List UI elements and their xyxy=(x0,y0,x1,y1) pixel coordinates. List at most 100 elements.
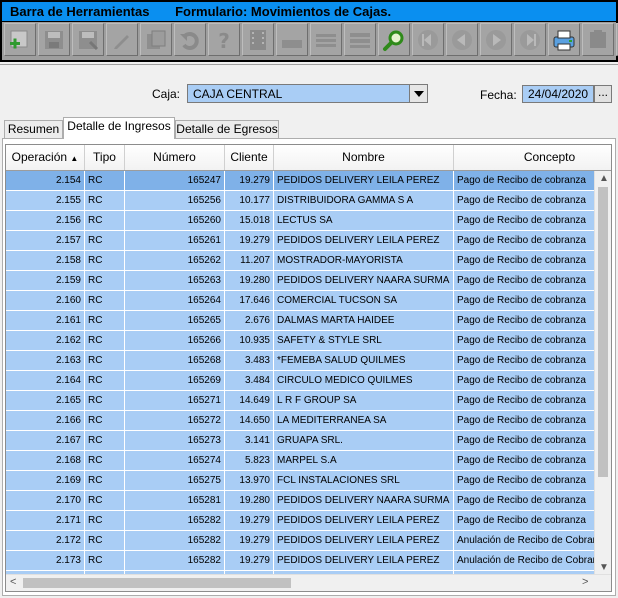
svg-text:?: ? xyxy=(218,29,230,52)
cell-concepto: Pago de Recibo de cobranza xyxy=(454,371,611,390)
cell-numero: 165274 xyxy=(125,451,225,470)
table-row[interactable]: 2.166 RC 165272 14.650 LA MEDITERRANEA SA Pag… xyxy=(6,411,611,431)
column-header-operacion[interactable]: Operación ▲ xyxy=(6,145,85,170)
cell-nombre: COMERCIAL TUCSON SA xyxy=(274,291,454,310)
cell-tipo: RC xyxy=(85,231,125,250)
table-row[interactable]: 2.158 RC 165262 11.207 MOSTRADOR-MAYORISTA Pa… xyxy=(6,251,611,271)
table-row[interactable]: 2.170 RC 165281 19.280 PEDIDOS DELIVERY NAAR… xyxy=(6,491,611,511)
cell-numero: 165268 xyxy=(125,351,225,370)
toolbar-separator xyxy=(0,64,618,65)
cell-cliente: 3.141 xyxy=(225,431,274,450)
cell-concepto: Pago de Recibo de cobranza xyxy=(454,471,611,490)
tab-detalle-ingresos[interactable]: Detalle de Ingresos xyxy=(63,117,175,139)
table-row[interactable]: 2.155 RC 165256 10.177 DISTRIBUIDORA GAMMA S… xyxy=(6,191,611,211)
column-header-numero[interactable]: Número xyxy=(125,145,225,170)
export-button[interactable] xyxy=(582,23,614,56)
column-header-tipo[interactable]: Tipo xyxy=(85,145,125,170)
cell-nombre: PEDIDOS DELIVERY LEILA PEREZ xyxy=(274,551,454,570)
cell-operacion: 2.169 xyxy=(6,471,85,490)
scroll-down-icon[interactable]: ▼ xyxy=(599,562,609,573)
table-row[interactable]: 2.156 RC 165260 15.018 LECTUS SA Pago de Reci… xyxy=(6,211,611,231)
vertical-scroll-thumb[interactable] xyxy=(598,187,608,477)
chevron-down-icon[interactable] xyxy=(409,85,427,102)
table-row[interactable]: 2.165 RC 165271 14.649 L R F GROUP SA Pago de… xyxy=(6,391,611,411)
cell-cliente: 11.207 xyxy=(225,251,274,270)
cell-nombre: DALMAS MARTA HAIDEE xyxy=(274,311,454,330)
first-button[interactable] xyxy=(412,23,444,56)
image-button[interactable] xyxy=(276,23,308,56)
table-button[interactable] xyxy=(344,23,376,56)
caja-label: Caja: xyxy=(152,87,181,101)
table-row[interactable]: 2.157 RC 165261 19.279 PEDIDOS DELIVERY LEIL… xyxy=(6,231,611,251)
print-button[interactable] xyxy=(548,23,580,56)
cell-nombre: GRUAPA SRL. xyxy=(274,431,454,450)
table-row[interactable]: 2.161 RC 165265 2.676 DALMAS MARTA HAIDEE Pag… xyxy=(6,311,611,331)
cell-concepto: Pago de Recibo de cobranza xyxy=(454,331,611,350)
add-button[interactable] xyxy=(4,23,36,56)
tab-detalle-egresos[interactable]: Detalle de Egresos xyxy=(175,120,279,138)
cell-cliente: 19.280 xyxy=(225,271,274,290)
list-button[interactable] xyxy=(310,23,342,56)
tab-resumen[interactable]: Resumen xyxy=(4,120,63,138)
cell-operacion: 2.167 xyxy=(6,431,85,450)
cell-concepto: Anulación de Recibo de Cobranza xyxy=(454,551,611,570)
undo-button[interactable] xyxy=(174,23,206,56)
cell-cliente: 19.280 xyxy=(225,491,274,510)
horizontal-scroll-thumb[interactable] xyxy=(23,578,291,588)
column-header-concepto[interactable]: Concepto xyxy=(454,145,611,170)
cell-numero: 165256 xyxy=(125,191,225,210)
search-button[interactable] xyxy=(378,23,410,56)
table-row[interactable]: 2.168 RC 165274 5.823 MARPEL S.A Pago de Reci… xyxy=(6,451,611,471)
cell-concepto: Pago de Recibo de cobranza xyxy=(454,351,611,370)
table-row[interactable]: 2.162 RC 165266 10.935 SAFETY & STYLE SRL Pag… xyxy=(6,331,611,351)
edit-button[interactable] xyxy=(106,23,138,56)
cell-nombre: LA MEDITERRANEA SA xyxy=(274,411,454,430)
cell-numero: 165273 xyxy=(125,431,225,450)
cell-cliente: 13.970 xyxy=(225,471,274,490)
table-row[interactable]: 2.163 RC 165268 3.483 *FEMEBA SALUD QUILMES P… xyxy=(6,351,611,371)
cell-numero: 165272 xyxy=(125,411,225,430)
copy-button[interactable] xyxy=(140,23,172,56)
save-button[interactable] xyxy=(38,23,70,56)
cell-concepto: Pago de Recibo de cobranza xyxy=(454,451,611,470)
cell-numero: 165282 xyxy=(125,551,225,570)
cell-operacion: 2.155 xyxy=(6,191,85,210)
table-row[interactable]: 2.171 RC 165282 19.279 PEDIDOS DELIVERY LEIL… xyxy=(6,511,611,531)
cell-operacion: 2.172 xyxy=(6,531,85,550)
table-row[interactable]: 2.167 RC 165273 3.141 GRUAPA SRL. Pago de Rec… xyxy=(6,431,611,451)
prev-icon xyxy=(452,29,472,50)
print-icon xyxy=(553,30,575,50)
column-header-nombre[interactable]: Nombre xyxy=(274,145,454,170)
caja-select[interactable]: CAJA CENTRAL xyxy=(187,84,428,103)
table-row[interactable]: 2.173 RC 165282 19.279 PEDIDOS DELIVERY LEIL… xyxy=(6,551,611,571)
column-header-cliente[interactable]: Cliente xyxy=(225,145,274,170)
scroll-right-icon[interactable]: > xyxy=(582,576,588,588)
fecha-picker-button[interactable]: ... xyxy=(594,85,612,103)
cell-tipo: RC xyxy=(85,371,125,390)
cell-concepto: Pago de Recibo de cobranza xyxy=(454,211,611,230)
fecha-input[interactable]: 24/04/2020 xyxy=(522,85,594,103)
cell-nombre: PEDIDOS DELIVERY LEILA PEREZ xyxy=(274,171,454,190)
save-as-button[interactable] xyxy=(72,23,104,56)
prev-button[interactable] xyxy=(446,23,478,56)
horizontal-scrollbar[interactable]: < > xyxy=(6,574,611,591)
table-row[interactable]: 2.172 RC 165282 19.279 PEDIDOS DELIVERY LEIL… xyxy=(6,531,611,551)
undo-icon xyxy=(180,31,199,50)
cell-numero: 165261 xyxy=(125,231,225,250)
scroll-up-icon[interactable]: ▲ xyxy=(599,173,609,184)
scroll-left-icon[interactable]: < xyxy=(10,576,16,588)
table-row[interactable]: 2.169 RC 165275 13.970 FCL INSTALACIONES SRL… xyxy=(6,471,611,491)
form-title: Formulario: Movimientos de Cajas. xyxy=(175,4,392,19)
cell-cliente: 19.279 xyxy=(225,511,274,530)
last-button[interactable] xyxy=(514,23,546,56)
table-row[interactable]: 2.154 RC 165247 19.279 PEDIDOS DELIVERY LEIL… xyxy=(6,171,611,191)
table-row[interactable]: 2.164 RC 165269 3.484 CIRCULO MEDICO QUILMES… xyxy=(6,371,611,391)
table-row[interactable]: 2.160 RC 165264 17.646 COMERCIAL TUCSON SA Pa… xyxy=(6,291,611,311)
save-as-icon xyxy=(79,30,99,50)
vertical-scrollbar[interactable]: ▲ ▼ xyxy=(594,171,611,575)
table-row[interactable]: 2.159 RC 165263 19.280 PEDIDOS DELIVERY NAAR… xyxy=(6,271,611,291)
help-button[interactable]: ? xyxy=(208,23,240,56)
next-button[interactable] xyxy=(480,23,512,56)
cell-tipo: RC xyxy=(85,451,125,470)
film-button[interactable] xyxy=(242,23,274,56)
